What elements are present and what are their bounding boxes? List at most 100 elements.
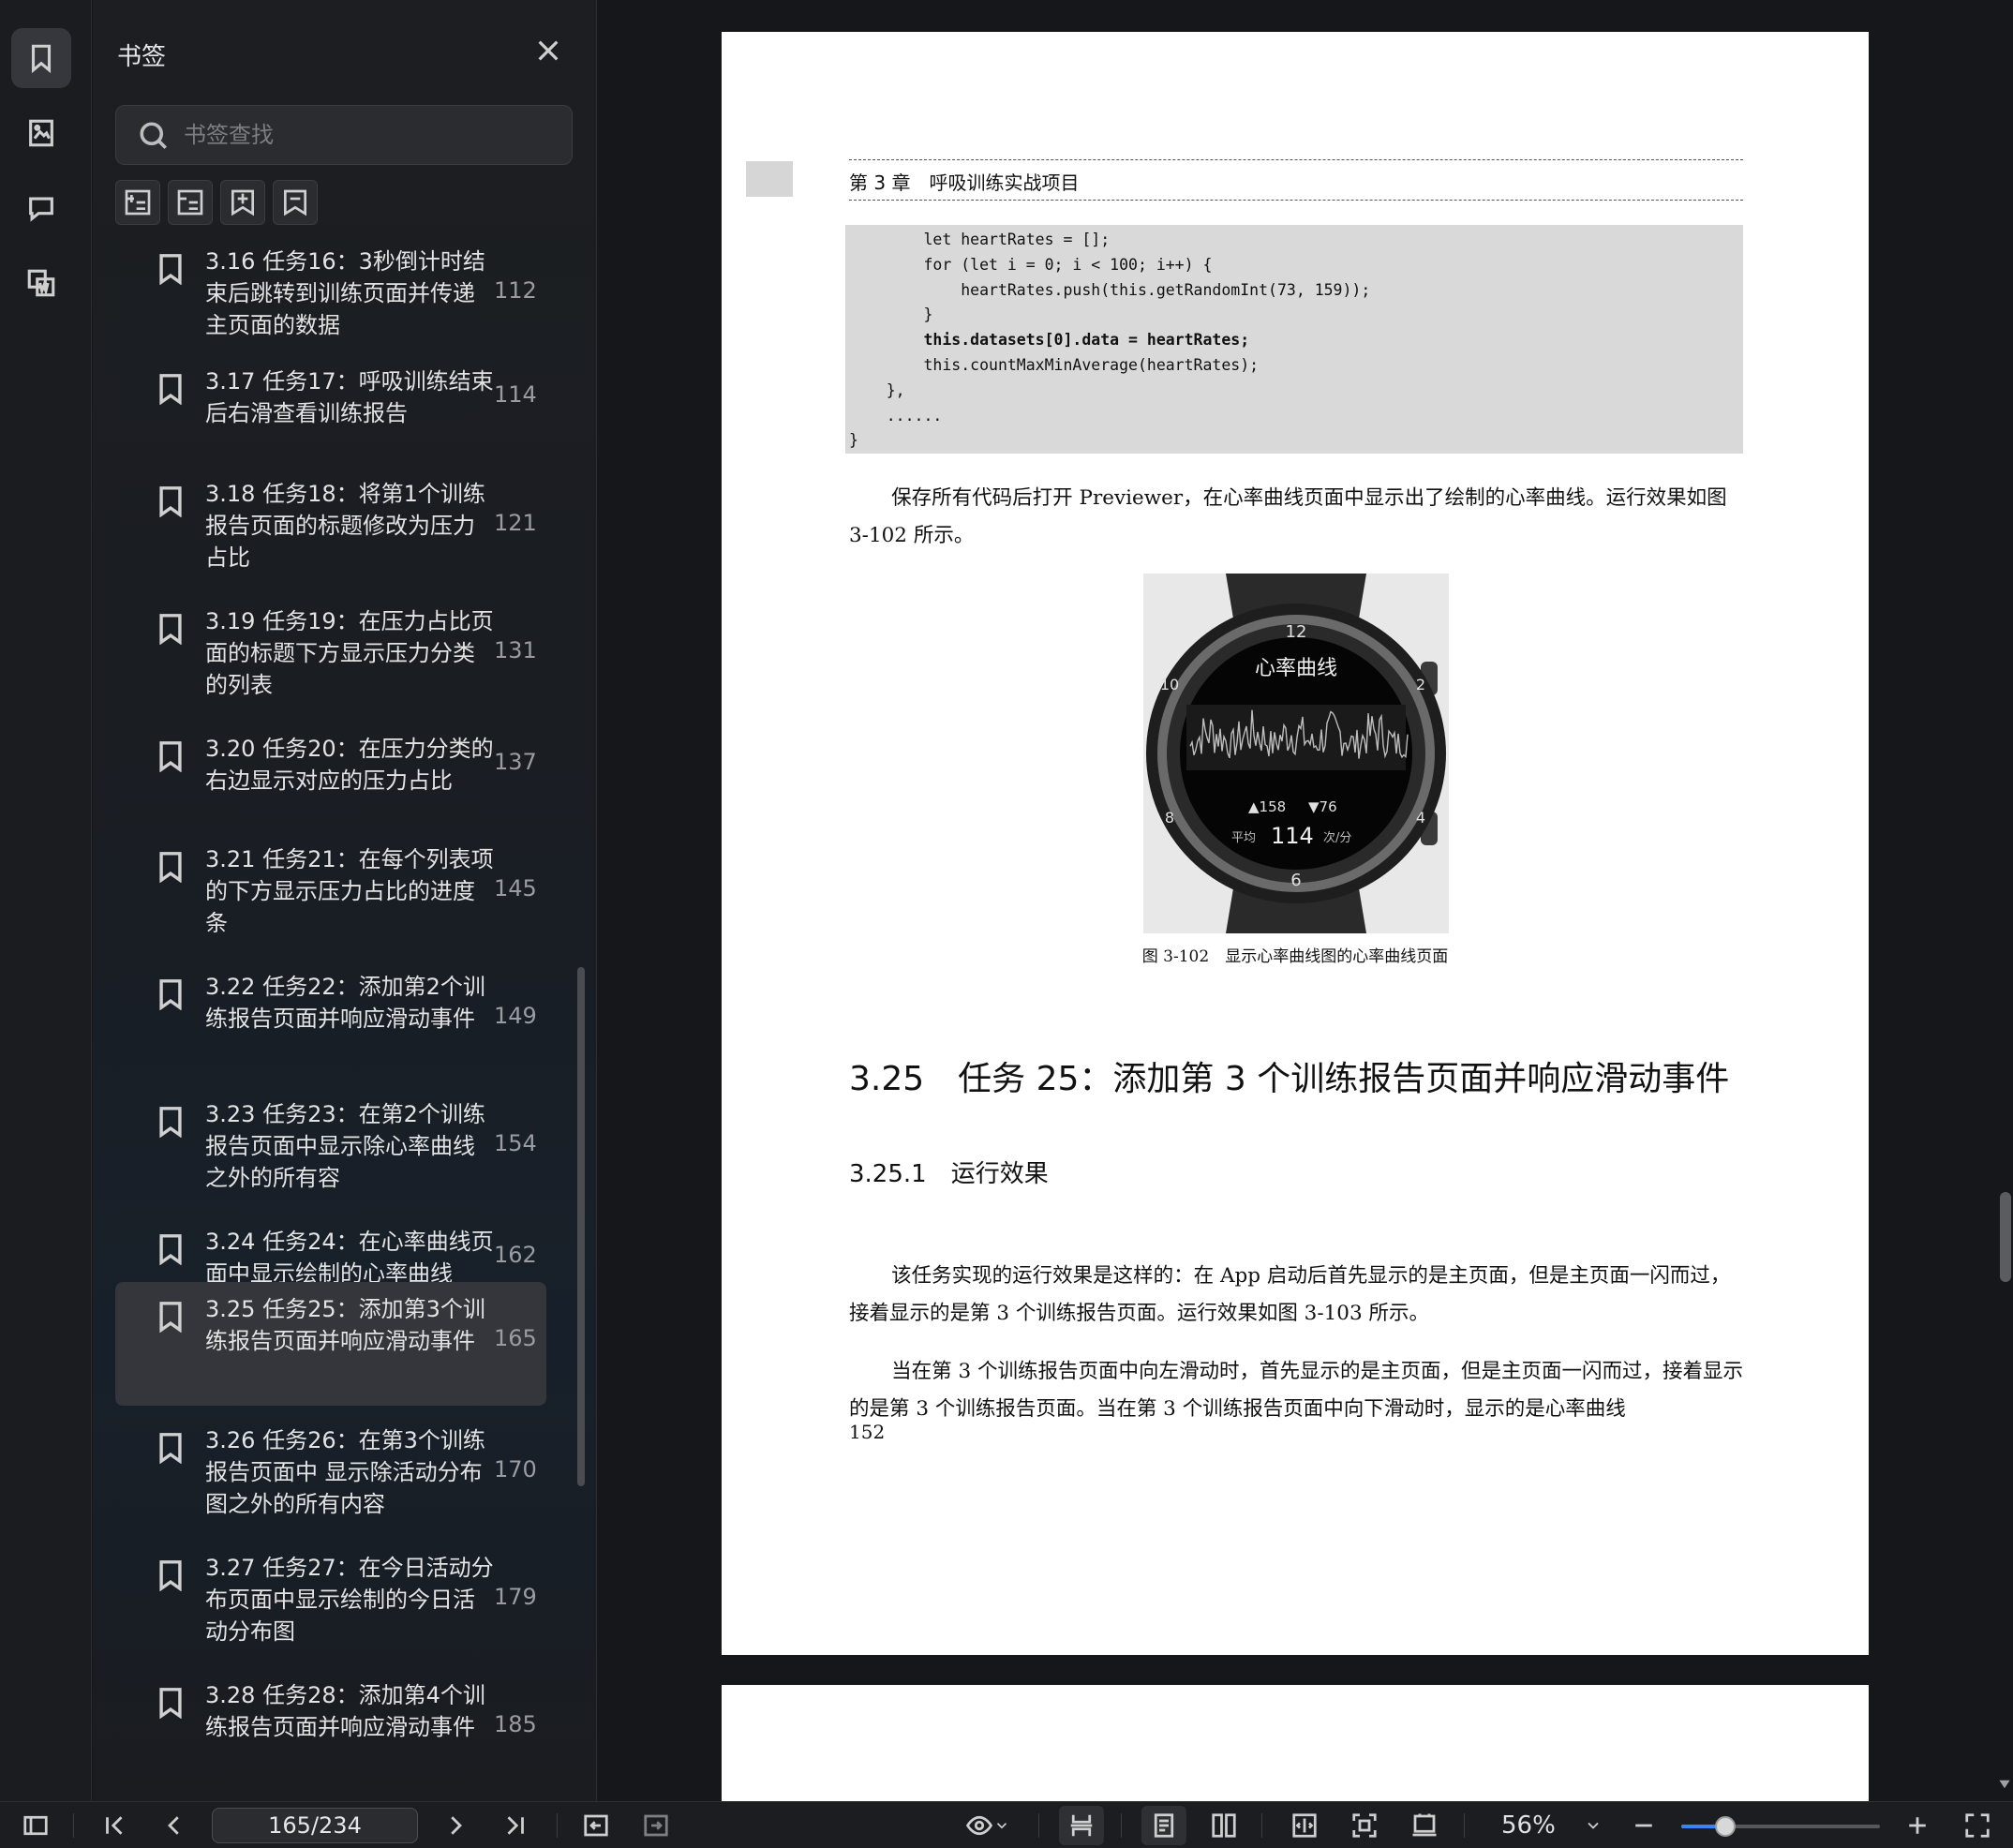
bookmark-label: 3.19 任务19：在压力占比页面的标题下方显示压力分类的列表 [205, 608, 494, 698]
continuous-scroll-button[interactable] [1059, 1806, 1104, 1845]
zoom-slider[interactable] [1681, 1816, 1880, 1837]
code-line: heartRates.push(this.getRandomInt(73, 15… [849, 280, 1371, 299]
close-icon [538, 40, 559, 61]
expand-all-button[interactable] [115, 180, 160, 225]
word-export-tab-icon[interactable] [11, 253, 71, 313]
bezel-12: 12 [1286, 622, 1307, 642]
bookmark-icon [157, 1106, 185, 1139]
bookmark-list: 3.16 任务16：3秒倒计时结束后跳转到训练页面并传递主页面的数据 112 3.1… [93, 246, 596, 1801]
collapse-all-icon [177, 189, 203, 216]
bookmark-item[interactable]: 3.26 任务26：在第3个训练报告页面中 显示除活动分布图之外的所有内容 170 [115, 1413, 546, 1541]
document-page: 第 3 章 呼吸训练实战项目 let heartRates = []; for … [722, 32, 1869, 1655]
bookmark-icon [157, 1301, 185, 1334]
last-page-button[interactable] [499, 1810, 532, 1841]
bookmark-item[interactable]: 3.19 任务19：在压力占比页面的标题下方显示压力分类的列表 131 [115, 594, 546, 722]
subsection-heading: 3.25.1 运行效果 [849, 1160, 1049, 1188]
search-icon [137, 119, 171, 153]
previous-page-button[interactable] [157, 1810, 191, 1841]
bookmark-item[interactable]: 3.20 任务20：在压力分类的右边显示对应的压力占比 137 [115, 722, 546, 832]
scroll-down-arrow[interactable] [1998, 1777, 2011, 1790]
bookmark-item[interactable]: 3.28 任务28：添加第4个训练报告页面并响应滑动事件 185 [115, 1668, 546, 1796]
toolbar-separator [1464, 1813, 1465, 1838]
last-page-icon [507, 1816, 524, 1835]
running-head: 第 3 章 呼吸训练实战项目 [849, 159, 1743, 201]
bookmark-page-number: 179 [494, 1584, 537, 1610]
bezel-10: 10 [1160, 676, 1179, 693]
figure-watch-image: 12 6 4 2 8 10 心率曲线 ▲158 ▼76 平均 114 次/分 [1143, 574, 1449, 933]
toolbar-separator [1121, 1813, 1122, 1838]
back-button[interactable] [579, 1810, 613, 1841]
zoom-slider-handle[interactable] [1714, 1816, 1736, 1837]
bookmark-label: 3.24 任务24：在心率曲线页面中显示绘制的心率曲线 [205, 1229, 494, 1287]
fit-width-button[interactable] [1286, 1810, 1323, 1841]
bookmark-panel: 书签 3.16 任务16：3秒倒计时结束后跳转到训练页面并传递主页面的数据 112… [93, 0, 597, 1801]
bookmark-page-number: 131 [494, 637, 537, 663]
toggle-sidebar-button[interactable] [19, 1810, 52, 1841]
next-page-button[interactable] [439, 1810, 472, 1841]
zoom-in-button[interactable] [1901, 1810, 1934, 1841]
code-line: ...... [849, 406, 943, 425]
bookmark-item[interactable]: 3.25 任务25：添加第3个训练报告页面并响应滑动事件 165 [115, 1282, 546, 1406]
bookmark-label: 3.21 任务21：在每个列表项的下方显示压力占比的进度条 [205, 846, 494, 936]
bezel-2: 2 [1416, 676, 1425, 693]
panel-title: 书签 [117, 43, 167, 71]
panel-scrollbar[interactable] [577, 967, 585, 1486]
triangle-down-icon [1999, 1780, 2010, 1789]
close-panel-button[interactable] [533, 36, 563, 66]
section-heading: 3.25 任务 25：添加第 3 个训练报告页面并响应滑动事件 [849, 1060, 1730, 1098]
chevron-left-icon [168, 1816, 179, 1835]
document-viewport[interactable]: 第 3 章 呼吸训练实战项目 let heartRates = []; for … [598, 0, 2013, 1801]
fit-width-icon [1292, 1813, 1317, 1838]
bookmark-item[interactable]: 3.18 任务18：将第1个训练报告页面的标题修改为压力占比 121 [115, 467, 546, 594]
bookmark-page-number: 154 [494, 1130, 537, 1156]
bookmark-item[interactable]: 3.23 任务23：在第2个训练报告页面中显示除心率曲线之外的所有容 154 [115, 1087, 546, 1215]
bookmark-item[interactable]: 3.22 任务22：添加第2个训练报告页面并响应滑动事件 149 [115, 960, 546, 1087]
bookmark-item[interactable]: 3.27 任务27：在今日活动分布页面中显示绘制的今日活动分布图 179 [115, 1541, 546, 1668]
bookmark-icon [157, 485, 185, 518]
bottom-toolbar: 165/234 56% [0, 1801, 2013, 1848]
bookmark-item[interactable]: 3.16 任务16：3秒倒计时结束后跳转到训练页面并传递主页面的数据 112 [115, 246, 546, 349]
running-head-text: 第 3 章 呼吸训练实战项目 [849, 171, 1080, 194]
sidebar-icon [23, 1815, 48, 1836]
fit-page-icon [1352, 1813, 1377, 1838]
bookmark-icon [157, 613, 185, 646]
two-page-button[interactable] [1203, 1810, 1245, 1841]
icon-rail [0, 0, 92, 1801]
add-bookmark-button[interactable] [220, 180, 265, 225]
fullscreen-button[interactable] [1961, 1810, 1994, 1841]
bookmark-item[interactable]: 3.21 任务21：在每个列表项的下方显示压力占比的进度条 145 [115, 832, 546, 960]
bookmark-search-input[interactable] [184, 115, 559, 155]
watch-illustration: 12 6 4 2 8 10 心率曲线 ▲158 ▼76 平均 114 次/分 [1143, 574, 1449, 933]
add-bookmark-icon [231, 189, 254, 216]
toolbar-separator [1038, 1813, 1039, 1838]
single-page-button[interactable] [1141, 1806, 1186, 1845]
bookmark-page-number: 112 [494, 277, 537, 304]
comments-tab-icon[interactable] [11, 178, 71, 238]
zoom-out-button[interactable] [1627, 1810, 1661, 1841]
bookmark-label: 3.23 任务23：在第2个训练报告页面中显示除心率曲线之外的所有容 [205, 1101, 485, 1191]
bookmarks-tab-icon[interactable] [11, 28, 71, 88]
bezel-8: 8 [1165, 809, 1174, 827]
fit-page-button[interactable] [1346, 1810, 1383, 1841]
toolbar-separator [557, 1813, 558, 1838]
presentation-button[interactable] [1406, 1810, 1443, 1841]
document-scrollbar[interactable] [2000, 1192, 2011, 1282]
view-mode-button[interactable] [960, 1810, 1016, 1841]
bookmark-item[interactable]: 3.17 任务17：呼吸训练结束后右滑查看训练报告 114 [115, 354, 546, 465]
code-line: } [849, 306, 933, 324]
remove-bookmark-button[interactable] [273, 180, 318, 225]
forward-button[interactable] [639, 1810, 673, 1841]
bezel-6: 6 [1290, 871, 1301, 890]
zoom-dropdown-button[interactable] [1578, 1810, 1608, 1841]
zoom-value[interactable]: 56% [1501, 1811, 1556, 1840]
collapse-all-button[interactable] [168, 180, 213, 225]
next-document-page [722, 1685, 1869, 1801]
code-line: }, [849, 380, 905, 399]
body-paragraph: 保存所有代码后打开 Previewer，在心率曲线页面中显示出了绘制的心率曲线。… [849, 486, 1727, 547]
page-number-field[interactable]: 165/234 [212, 1808, 418, 1843]
thumbnails-tab-icon[interactable] [11, 103, 71, 163]
bookmark-icon [157, 978, 185, 1011]
bookmark-page-number: 170 [494, 1456, 537, 1483]
watch-title: 心率曲线 [1255, 657, 1337, 680]
first-page-button[interactable] [97, 1810, 131, 1841]
